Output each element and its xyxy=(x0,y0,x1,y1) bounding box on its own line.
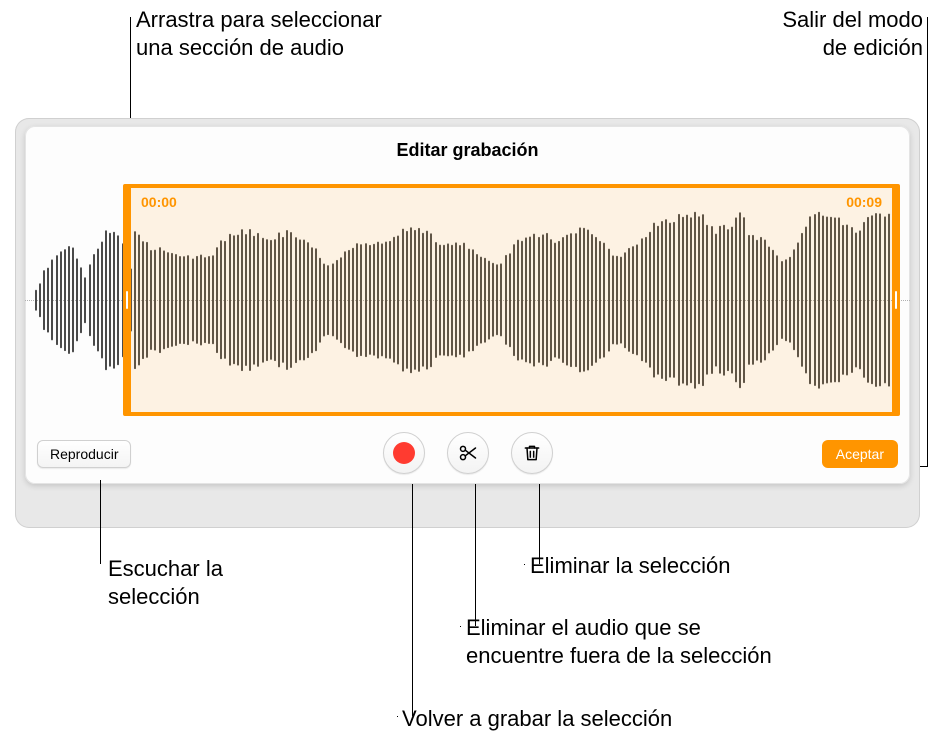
callout-line xyxy=(475,484,476,626)
callout-exit-edit: Salir del modo de edición xyxy=(782,6,923,61)
waveform-bar xyxy=(51,259,53,340)
callout-line xyxy=(397,716,398,717)
waveform-bar xyxy=(97,249,99,352)
panel-title: Editar grabación xyxy=(25,140,910,161)
waveform-bar xyxy=(68,246,70,354)
callout-listen-selection: Escuchar la selección xyxy=(108,555,223,610)
waveform-bar xyxy=(72,247,74,352)
waveform-bar xyxy=(47,268,49,333)
selection-handle-left[interactable] xyxy=(126,291,128,309)
waveform-bar xyxy=(56,255,58,345)
callout-drag-select: Arrastra para seleccionar una sección de… xyxy=(136,6,382,61)
center-button-group xyxy=(383,432,553,474)
accept-button[interactable]: Aceptar xyxy=(822,440,898,468)
waveform-area[interactable]: 00:00 00:09 xyxy=(25,184,910,416)
waveform-bar xyxy=(64,249,66,351)
selection-handle-right[interactable] xyxy=(895,291,897,309)
delete-button[interactable] xyxy=(511,432,553,474)
waveform-bar xyxy=(35,290,37,311)
waveform-bar xyxy=(43,270,45,330)
selection-time-end: 00:09 xyxy=(846,194,882,210)
edit-recording-panel: Editar grabación 00:00 00:09 Reproducir xyxy=(25,126,910,484)
waveform-bar xyxy=(84,277,86,323)
editor-toolbar: Reproducir xyxy=(25,426,910,474)
waveform-bar xyxy=(117,235,119,365)
callout-line xyxy=(460,626,461,627)
selection-time-start: 00:00 xyxy=(141,194,177,210)
play-button[interactable]: Reproducir xyxy=(37,440,131,468)
callout-line xyxy=(524,564,525,565)
waveform-bar xyxy=(101,241,103,358)
waveform-bar xyxy=(113,232,115,369)
callout-line xyxy=(412,484,413,716)
callout-line xyxy=(100,480,101,564)
waveform-bar xyxy=(105,230,107,370)
waveform-bar xyxy=(93,254,95,346)
waveform-bar xyxy=(39,283,41,317)
callout-line xyxy=(539,484,540,564)
trim-button[interactable] xyxy=(447,432,489,474)
record-icon xyxy=(393,442,415,464)
waveform-bar xyxy=(109,233,111,367)
waveform-bar xyxy=(89,264,91,336)
selection-handles[interactable]: 00:00 00:09 xyxy=(123,184,900,416)
waveform-bar xyxy=(80,267,82,333)
scissors-icon xyxy=(458,443,478,463)
callout-line xyxy=(927,17,928,466)
callout-delete-selection: Eliminar la selección xyxy=(530,552,731,580)
callout-trim-outside: Eliminar el audio que se encuentre fuera… xyxy=(466,614,772,669)
record-button[interactable] xyxy=(383,432,425,474)
waveform-bar xyxy=(60,251,62,348)
waveform-bar xyxy=(76,258,78,341)
callout-rerecord: Volver a grabar la selección xyxy=(402,705,672,733)
trash-icon xyxy=(522,443,542,463)
